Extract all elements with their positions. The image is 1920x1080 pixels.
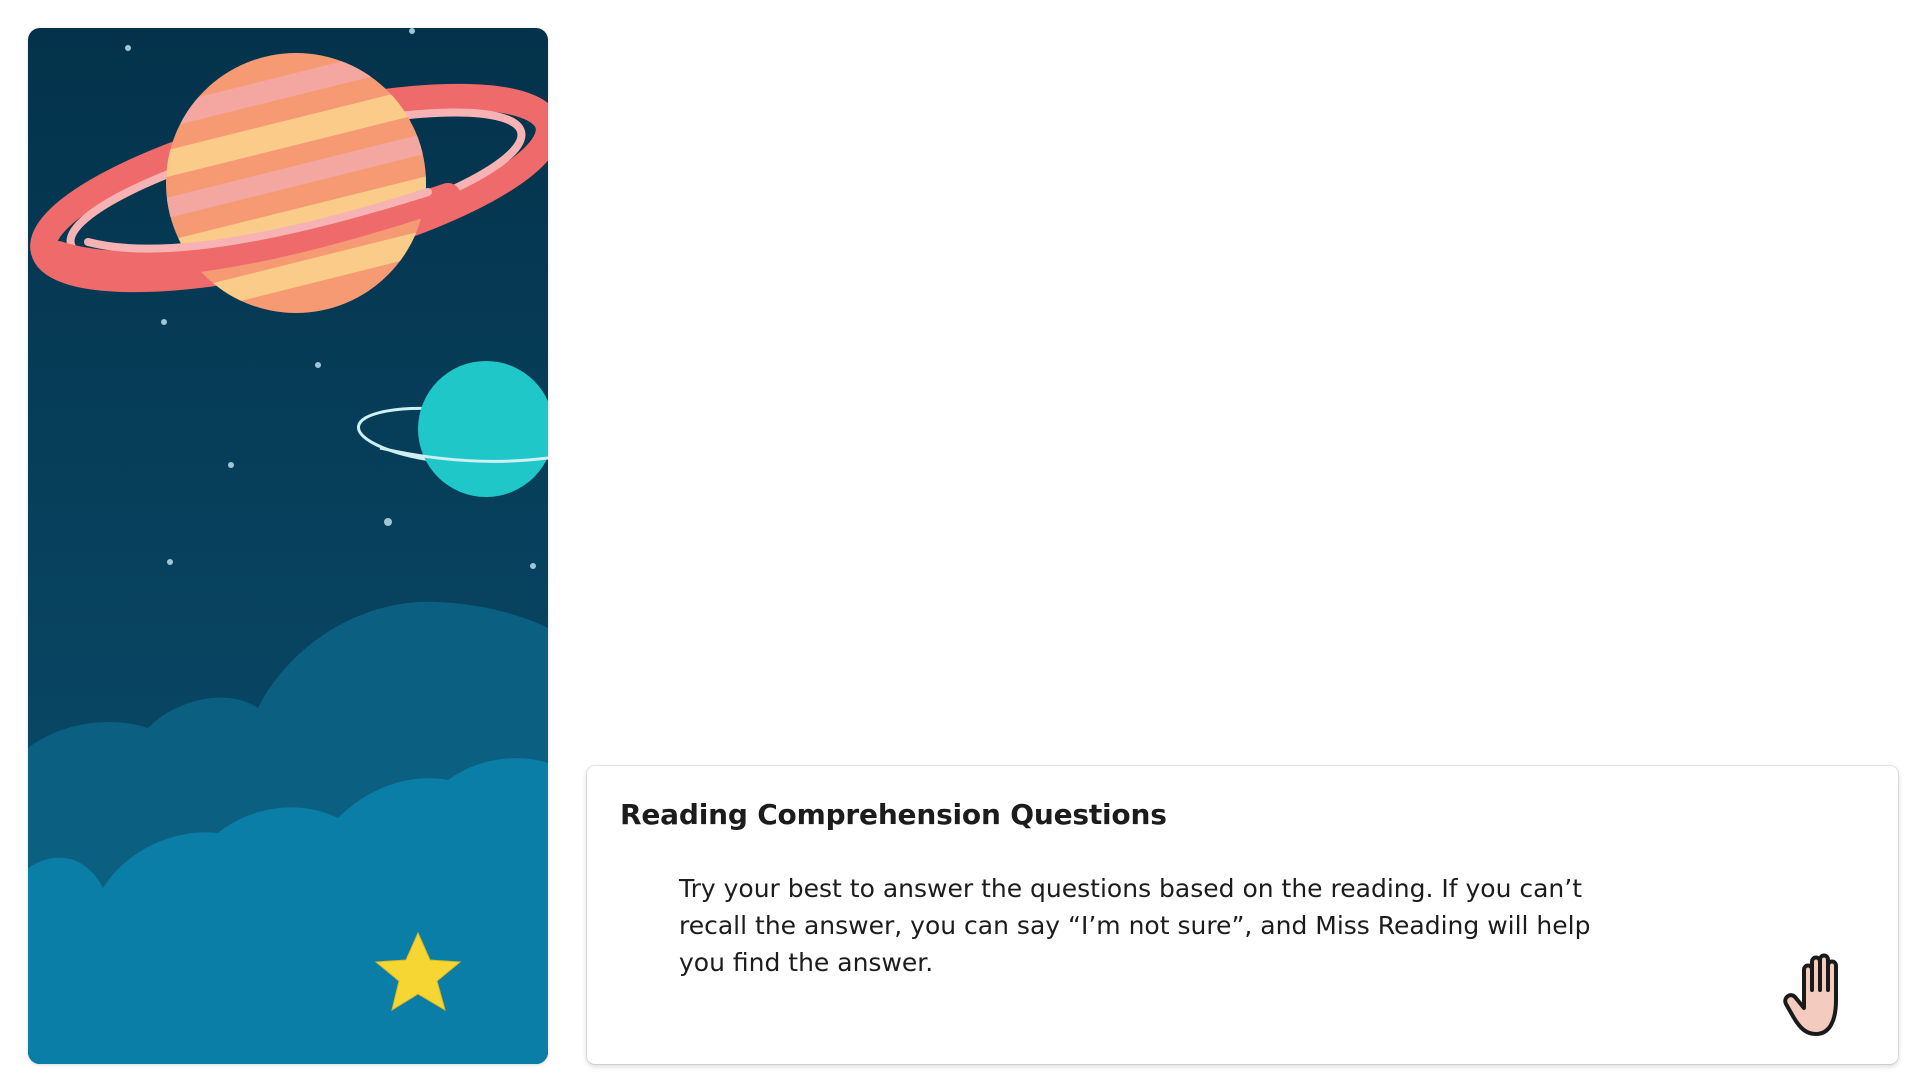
reading-comprehension-page: Reading Comprehension Questions Try your… [0, 0, 1920, 1080]
space-scene-icon [28, 28, 548, 1064]
raised-hand-icon [1783, 953, 1838, 1036]
raise-hand-button[interactable] [1782, 950, 1862, 1040]
space-illustration [28, 28, 548, 1064]
instructions-card: Reading Comprehension Questions Try your… [587, 766, 1898, 1064]
instructions-body: Try your best to answer the questions ba… [679, 874, 1591, 977]
instructions-title: Reading Comprehension Questions [620, 798, 1167, 831]
